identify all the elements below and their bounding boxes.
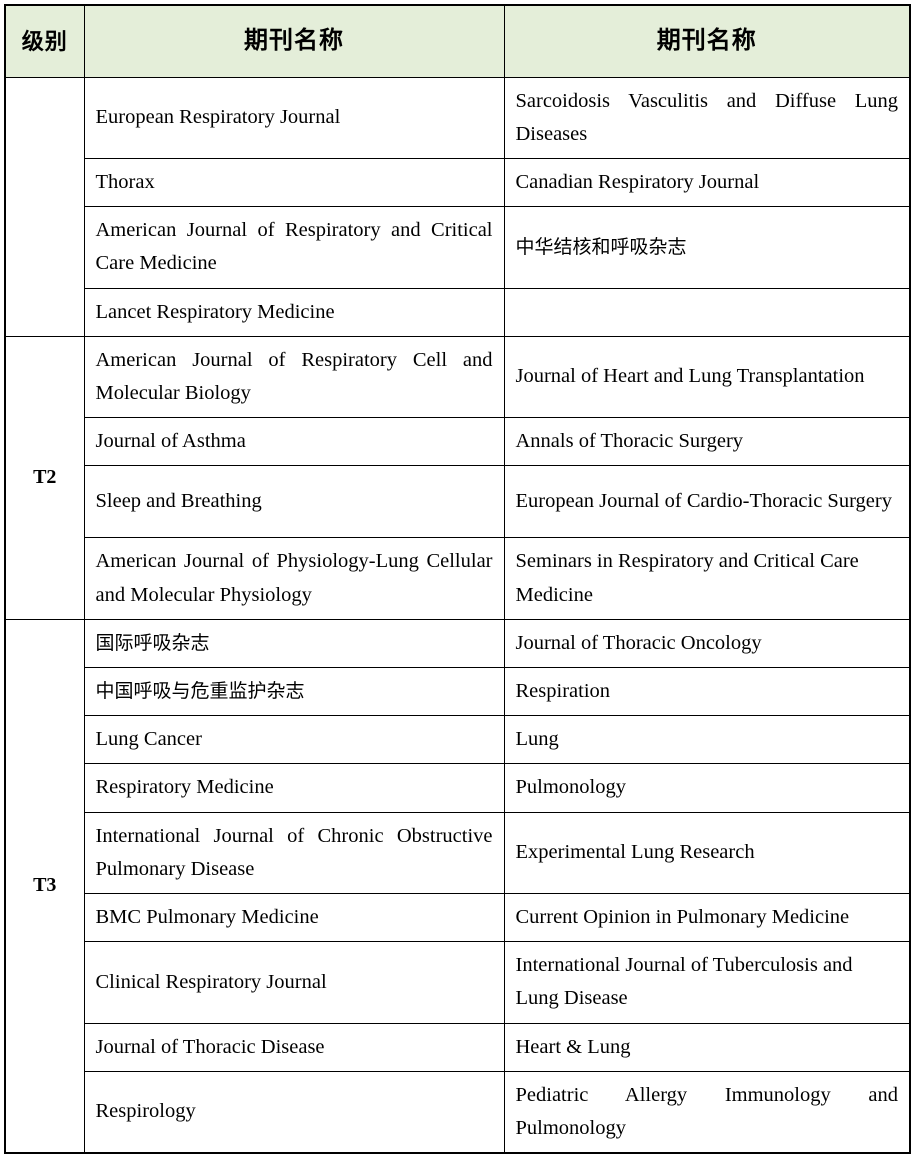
journal-cell-left: Sleep and Breathing bbox=[83, 465, 505, 539]
journal-cell-right bbox=[503, 287, 911, 337]
table-row: Thorax Canadian Respiratory Journal bbox=[5, 157, 911, 208]
journal-cell-right: Annals of Thoracic Surgery bbox=[503, 417, 911, 467]
table-row: 中国呼吸与危重监护杂志 Respiration bbox=[5, 666, 911, 717]
journal-cell-left: 中国呼吸与危重监护杂志 bbox=[83, 666, 505, 717]
table-header: 级别 期刊名称 期刊名称 bbox=[4, 4, 911, 78]
journal-cell-left: International Journal of Chronic Obstruc… bbox=[83, 811, 505, 894]
journal-cell-right: Lung bbox=[503, 715, 911, 765]
journal-cell-right: Heart & Lung bbox=[503, 1022, 911, 1072]
table-row: Clinical Respiratory Journal Internation… bbox=[5, 941, 911, 1024]
table-row: Journal of Asthma Annals of Thoracic Sur… bbox=[5, 417, 911, 467]
journal-cell-left: Journal of Thoracic Disease bbox=[83, 1022, 505, 1072]
header-level: 级别 bbox=[4, 4, 85, 78]
header-row: 级别 期刊名称 期刊名称 bbox=[4, 4, 911, 78]
header-journal-name-2: 期刊名称 bbox=[503, 4, 911, 78]
table-row: Respirology Pediatric Allergy Immunology… bbox=[5, 1070, 911, 1154]
journal-cell-right: Canadian Respiratory Journal bbox=[503, 157, 911, 208]
level-cell-group-3: T3 bbox=[4, 618, 85, 1154]
journal-cell-right: Current Opinion in Pulmonary Medicine bbox=[503, 892, 911, 943]
journal-cell-left: American Journal of Physiology-Lung Cell… bbox=[83, 537, 505, 620]
table-row: European Respiratory Journal Sarcoidosis… bbox=[4, 76, 911, 337]
journal-cell-left: Lung Cancer bbox=[83, 715, 505, 765]
journal-cell-left: American Journal of Respiratory Cell and… bbox=[83, 335, 505, 419]
table-row: American Journal of Physiology-Lung Cell… bbox=[5, 537, 911, 620]
table-row: International Journal of Chronic Obstruc… bbox=[5, 811, 911, 894]
table-row: T3 国际呼吸杂志 Journal of Thoracic Oncology bbox=[4, 618, 911, 1154]
table-row: American Journal of Respiratory and Crit… bbox=[5, 206, 911, 289]
journal-cell-left: 国际呼吸杂志 bbox=[83, 618, 505, 668]
journal-cell-left: Respiratory Medicine bbox=[83, 763, 505, 813]
journal-cell-right: International Journal of Tuberculosis an… bbox=[503, 941, 911, 1024]
journal-cell-left: European Respiratory Journal bbox=[83, 76, 505, 159]
level-cell-group-2: T2 bbox=[4, 335, 85, 620]
journal-cell-right: Sarcoidosis Vasculitis and Diffuse Lung … bbox=[503, 76, 911, 159]
table-row: Lung Cancer Lung bbox=[5, 715, 911, 765]
journal-cell-left: Lancet Respiratory Medicine bbox=[83, 287, 505, 337]
table-row: Respiratory Medicine Pulmonology bbox=[5, 763, 911, 813]
journal-cell-right: Pulmonology bbox=[503, 763, 911, 813]
journal-cell-left: BMC Pulmonary Medicine bbox=[83, 892, 505, 943]
journal-cell-right: 中华结核和呼吸杂志 bbox=[503, 206, 911, 289]
table-row: Journal of Thoracic Disease Heart & Lung bbox=[5, 1022, 911, 1072]
table-row: Sleep and Breathing European Journal of … bbox=[5, 465, 911, 539]
journal-cell-right: European Journal of Cardio-Thoracic Surg… bbox=[503, 465, 911, 539]
table-row: BMC Pulmonary Medicine Current Opinion i… bbox=[5, 892, 911, 943]
journal-cell-right: Journal of Thoracic Oncology bbox=[503, 618, 911, 668]
table-row: Lancet Respiratory Medicine bbox=[5, 287, 911, 337]
journal-table-container: 级别 期刊名称 期刊名称 European Respiratory Journa… bbox=[0, 0, 913, 1154]
journal-ranking-table: 级别 期刊名称 期刊名称 European Respiratory Journa… bbox=[4, 4, 911, 1154]
table-row: T2 American Journal of Respiratory Cell … bbox=[4, 335, 911, 620]
journal-cell-right: Pediatric Allergy Immunology and Pulmono… bbox=[503, 1070, 911, 1154]
header-journal-name-1: 期刊名称 bbox=[83, 4, 505, 78]
table-body: European Respiratory Journal Sarcoidosis… bbox=[4, 76, 911, 1154]
journal-cell-left: Respirology bbox=[83, 1070, 505, 1154]
journal-cell-left: Clinical Respiratory Journal bbox=[83, 941, 505, 1024]
journal-cell-right: Respiration bbox=[503, 666, 911, 717]
journal-cell-right: Seminars in Respiratory and Critical Car… bbox=[503, 537, 911, 620]
journal-cell-right: Journal of Heart and Lung Transplantatio… bbox=[503, 335, 911, 419]
level-cell-group-1 bbox=[4, 76, 85, 337]
journal-cell-left: Journal of Asthma bbox=[83, 417, 505, 467]
journal-cell-left: American Journal of Respiratory and Crit… bbox=[83, 206, 505, 289]
journal-cell-right: Experimental Lung Research bbox=[503, 811, 911, 894]
journal-cell-left: Thorax bbox=[83, 157, 505, 208]
